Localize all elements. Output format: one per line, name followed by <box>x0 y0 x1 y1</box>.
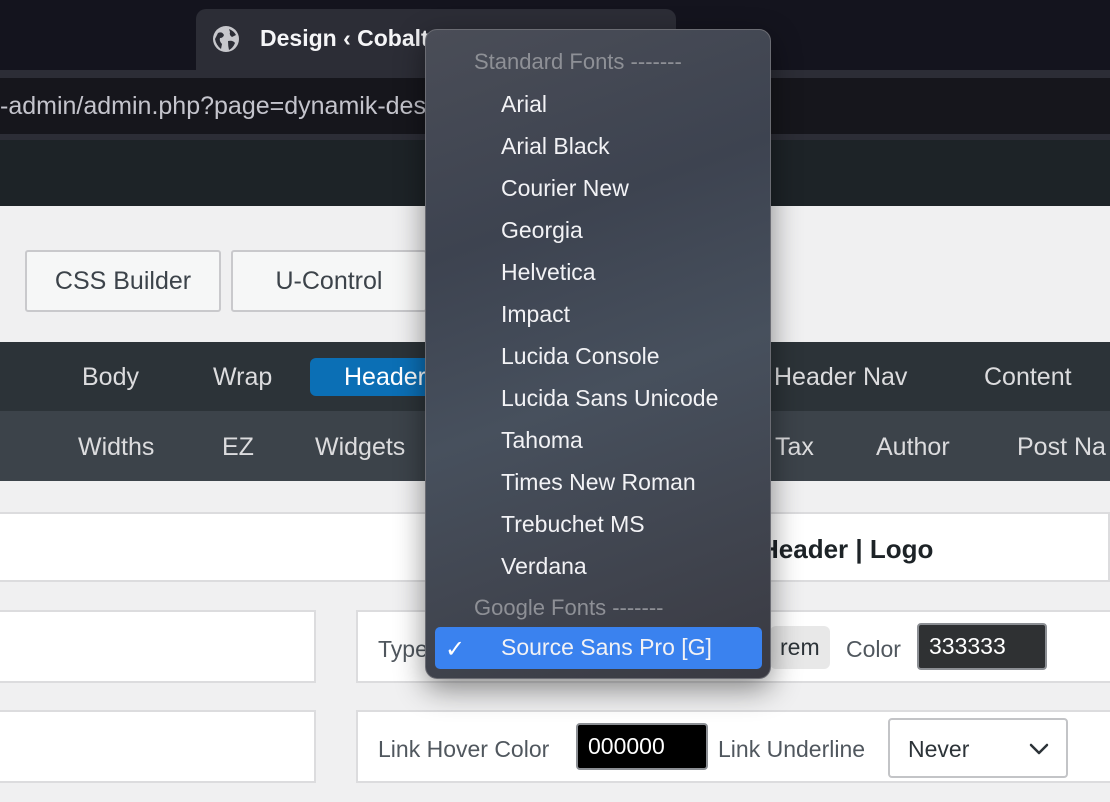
font-option-arial[interactable]: Arial <box>501 91 547 118</box>
subnav-post-name[interactable]: Post Na <box>1017 433 1106 462</box>
standard-fonts-header: Standard Fonts ------- <box>474 49 682 74</box>
color-label: Color <box>846 636 901 662</box>
css-builder-button[interactable]: CSS Builder <box>25 250 221 312</box>
nav-wrap[interactable]: Wrap <box>213 363 272 392</box>
google-fonts-header: Google Fonts ------- <box>474 595 664 620</box>
left-option-panel-2 <box>0 710 316 783</box>
url-text: -admin/admin.php?page=dynamik-design <box>0 92 460 120</box>
link-hover-color-label: Link Hover Color <box>378 736 550 762</box>
link-underline-select[interactable]: Never <box>888 718 1068 778</box>
font-option-courier-new[interactable]: Courier New <box>501 175 629 202</box>
font-option-selected[interactable]: ✓ Source Sans Pro [G] <box>435 627 762 669</box>
subnav-ez[interactable]: EZ <box>222 433 254 462</box>
font-option-source-sans-pro: Source Sans Pro [G] <box>501 634 712 660</box>
font-option-georgia[interactable]: Georgia <box>501 217 583 244</box>
font-option-tahoma[interactable]: Tahoma <box>501 427 583 454</box>
subnav-tax[interactable]: Tax <box>775 433 814 462</box>
font-option-helvetica[interactable]: Helvetica <box>501 259 596 286</box>
u-control-button[interactable]: U-Control <box>231 250 427 312</box>
nav-body[interactable]: Body <box>82 363 139 392</box>
unit-label: rem <box>770 626 830 669</box>
font-option-lucida-console[interactable]: Lucida Console <box>501 343 660 370</box>
font-option-arial-black[interactable]: Arial Black <box>501 133 610 160</box>
font-option-times-new-roman[interactable]: Times New Roman <box>501 469 696 496</box>
globe-icon <box>213 26 239 52</box>
tab-title: Design ‹ Cobalt <box>260 25 429 51</box>
font-option-lucida-sans-unicode[interactable]: Lucida Sans Unicode <box>501 385 718 412</box>
color-input[interactable]: 333333 <box>917 623 1047 670</box>
chevron-down-icon <box>1029 743 1049 755</box>
nav-header-nav[interactable]: Header Nav <box>774 363 907 392</box>
checkmark-icon: ✓ <box>445 636 466 663</box>
font-family-dropdown-menu: Standard Fonts ------- Arial Arial Black… <box>425 29 771 679</box>
subnav-widths[interactable]: Widths <box>78 433 154 462</box>
section-title: Header | Logo <box>760 534 934 564</box>
subnav-author[interactable]: Author <box>876 433 950 462</box>
nav-content[interactable]: Content <box>984 363 1072 392</box>
link-row: Link Hover Color 000000 Link Underline N… <box>356 710 1110 783</box>
link-underline-value: Never <box>908 736 970 762</box>
type-label: Type <box>378 636 428 662</box>
link-hover-color-input[interactable]: 000000 <box>576 723 708 770</box>
subnav-widgets[interactable]: Widgets <box>315 433 405 462</box>
left-option-panel-1 <box>0 610 316 683</box>
font-option-trebuchet-ms[interactable]: Trebuchet MS <box>501 511 645 538</box>
font-option-impact[interactable]: Impact <box>501 301 570 328</box>
link-underline-label: Link Underline <box>718 736 866 762</box>
font-option-verdana[interactable]: Verdana <box>501 553 587 580</box>
